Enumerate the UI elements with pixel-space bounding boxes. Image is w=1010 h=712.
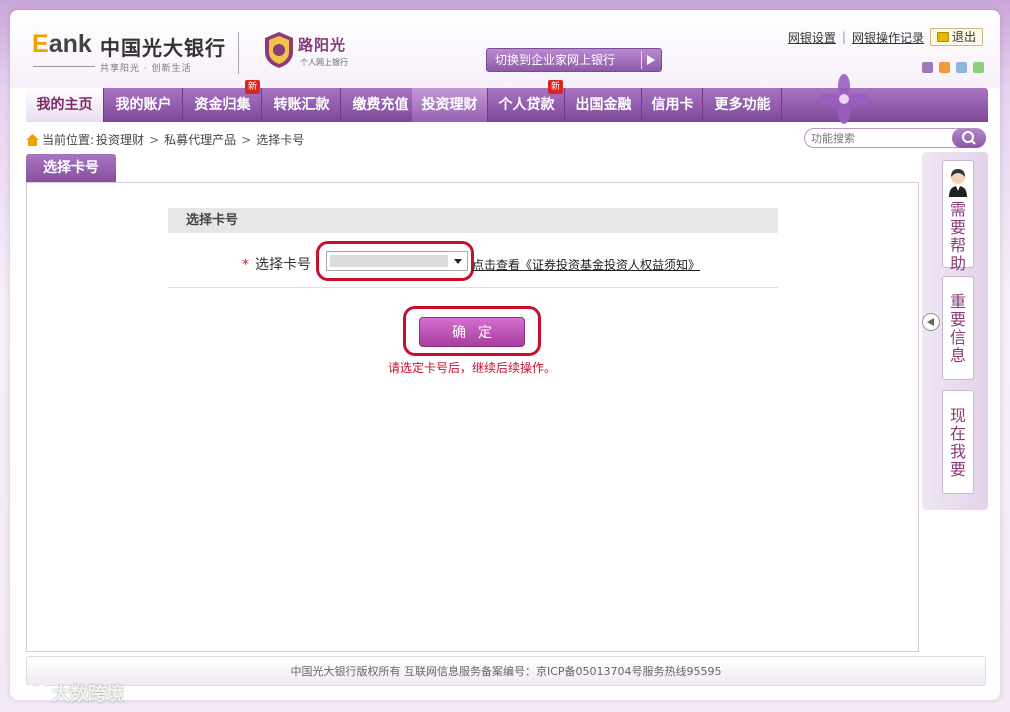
sunshine-title: 路阳光: [298, 36, 347, 54]
card-number-label: * 选择卡号: [242, 257, 311, 273]
form-divider: [168, 287, 778, 288]
confirm-button[interactable]: 确定: [419, 317, 525, 347]
breadcrumb-current: 选择卡号: [256, 133, 305, 147]
tab-select-card[interactable]: 选择卡号: [26, 154, 116, 182]
nav-item-home[interactable]: 我的主页: [26, 88, 104, 122]
nav-item-transfer[interactable]: 转账汇款: [263, 88, 341, 122]
search-button[interactable]: [952, 128, 986, 148]
breadcrumb-investment[interactable]: 投资理财: [96, 131, 144, 148]
nav-item-payment[interactable]: 缴费充值: [342, 88, 420, 122]
new-badge: 新: [245, 80, 260, 94]
theme-swatches: [916, 62, 984, 73]
apply-now-button[interactable]: 现 在 我 要: [942, 390, 974, 494]
important-info-button[interactable]: 重 要 信 息: [942, 276, 974, 380]
logo-divider: [238, 32, 239, 74]
breadcrumb-separator: >: [149, 132, 160, 147]
breadcrumb-prefix: 当前位置:: [42, 133, 95, 147]
home-icon: [26, 133, 39, 146]
breadcrumb-private-products[interactable]: 私募代理产品: [164, 131, 236, 148]
search-icon: [962, 131, 976, 145]
nav-item-accounts[interactable]: 我的账户: [105, 88, 183, 122]
theme-swatch-orange[interactable]: [939, 62, 950, 73]
nav-item-credit-card[interactable]: 信用卡: [643, 88, 703, 122]
function-search-input[interactable]: [811, 130, 951, 146]
bank-name: 中国光大银行: [100, 38, 226, 60]
section-title: 选择卡号: [168, 208, 778, 233]
collapse-arrow-icon[interactable]: [922, 313, 940, 331]
logout-icon: [936, 32, 949, 42]
sunshine-subtitle: 个人网上银行: [300, 58, 348, 67]
investor-rights-notice-link[interactable]: 点击查看《证券投资基金投资人权益须知》: [472, 256, 700, 273]
nav-item-overseas-finance[interactable]: 出国金融: [566, 88, 642, 122]
hint-text: 请选定卡号后，继续后续操作。: [388, 361, 557, 375]
required-mark: *: [242, 257, 249, 273]
nav-item-personal-loan[interactable]: 个人贷款新: [489, 80, 565, 122]
help-button[interactable]: 需 要 帮 助: [942, 160, 974, 273]
link-separator: |: [841, 30, 846, 44]
watermark-logo-icon: [11, 685, 46, 700]
watermark: 大数跨境: [10, 680, 124, 706]
nav-item-more[interactable]: 更多功能: [704, 88, 782, 122]
operation-log-link[interactable]: 网银操作记录: [852, 29, 924, 46]
sunshine-emblem-icon: [265, 32, 293, 68]
theme-swatch-purple[interactable]: [922, 62, 933, 73]
bank-slogan: 共享阳光 · 创新生活: [100, 64, 192, 74]
breadcrumb: 当前位置: 投资理财 > 私募代理产品 > 选择卡号: [26, 131, 304, 148]
breadcrumb-separator: >: [241, 132, 252, 147]
switch-enterprise-button[interactable]: 切换到企业家网上银行: [486, 48, 662, 72]
ebank-logo: Eank: [32, 30, 92, 58]
nav-item-investment[interactable]: 投资理财: [412, 88, 488, 122]
service-agent-icon: [949, 169, 967, 197]
footer: 中国光大银行版权所有 互联网信息服务备案编号：京ICP备05013704号服务热…: [26, 656, 986, 686]
netbank-settings-link[interactable]: 网银设置: [788, 29, 836, 46]
top-links: 网银设置 | 网银操作记录 退出: [788, 28, 983, 46]
logout-button[interactable]: 退出: [929, 28, 983, 46]
theme-swatch-blue[interactable]: [956, 62, 967, 73]
new-badge: 新: [548, 80, 563, 94]
nav-item-fund-collection[interactable]: 资金归集新: [184, 80, 262, 122]
flower-icon: [818, 74, 870, 124]
theme-swatch-green[interactable]: [973, 62, 984, 73]
play-arrow-icon: [641, 51, 658, 69]
function-search: [804, 128, 986, 148]
select-highlight-ring: [316, 241, 474, 281]
slogan-line: [33, 66, 95, 67]
